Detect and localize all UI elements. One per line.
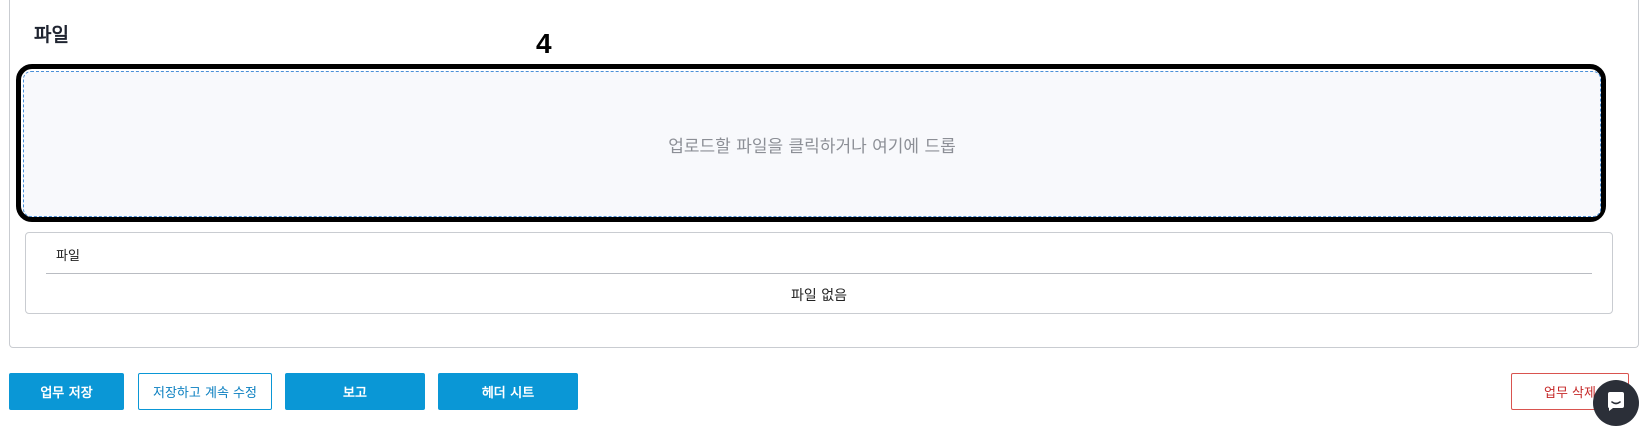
chat-button[interactable] [1593,380,1639,426]
chat-icon [1604,389,1628,417]
file-dropzone[interactable]: 업로드할 파일을 클릭하거나 여기에 드롭 [23,71,1601,217]
table-divider [46,273,1592,274]
save-and-continue-button[interactable]: 저장하고 계속 수정 [138,373,272,410]
section-title: 파일 [34,24,69,46]
dropzone-text: 업로드할 파일을 클릭하거나 여기에 드롭 [668,136,956,157]
file-table-header: 파일 [56,249,80,264]
annotation-number: 4 [536,28,552,59]
empty-state-text: 파일 없음 [791,288,847,304]
header-sheet-button[interactable]: 헤더 시트 [438,373,578,410]
file-table: 파일 파일 없음 [25,232,1613,314]
save-task-button[interactable]: 업무 저장 [9,373,124,410]
report-button[interactable]: 보고 [285,373,425,410]
